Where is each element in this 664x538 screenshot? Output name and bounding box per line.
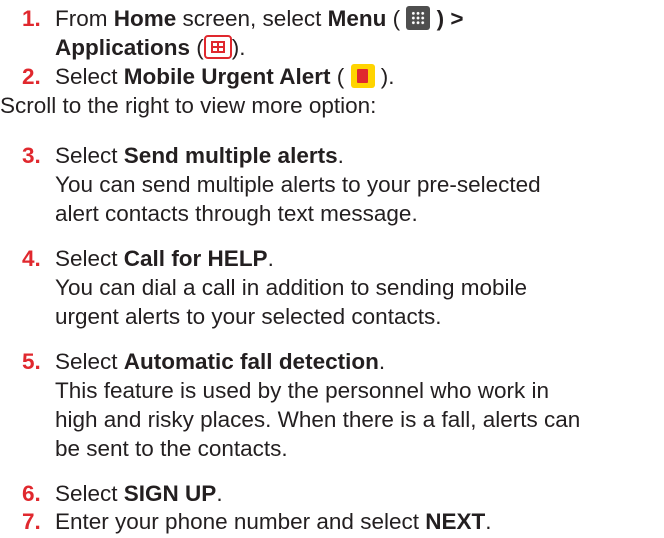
step-number: 4. bbox=[22, 246, 41, 271]
scroll-note: Scroll to the right to view more option: bbox=[0, 93, 377, 118]
mobile-urgent-alert-label: Mobile Urgent Alert bbox=[123, 64, 331, 89]
mobile-urgent-alert-icon bbox=[350, 64, 375, 88]
applications-label: Applications bbox=[55, 35, 191, 60]
home-label: Home bbox=[113, 6, 177, 31]
send-multiple-alerts-label: Send multiple alerts bbox=[123, 143, 338, 168]
step-number: 2. bbox=[22, 64, 41, 89]
step-text: Select Automatic fall detection. This fe… bbox=[55, 347, 662, 463]
applications-icon bbox=[203, 35, 232, 59]
step-text: Select Send multiple alerts. You can sen… bbox=[55, 141, 662, 228]
step-text: Enter your phone number and select NEXT. bbox=[55, 509, 492, 534]
menu-label: Menu bbox=[327, 6, 387, 31]
step-number: 6. bbox=[22, 481, 41, 506]
step-1-line-2: Applications (). bbox=[55, 35, 246, 60]
step-number: 5. bbox=[22, 349, 41, 374]
step-text: Select Call for HELP. You can dial a cal… bbox=[55, 244, 662, 331]
step-text: Select SIGN UP. bbox=[55, 481, 223, 506]
instruction-document: 1. From Home screen, select Menu ( ) > A… bbox=[0, 0, 664, 538]
step-5-description: This feature is used by the personnel wh… bbox=[55, 378, 581, 461]
next-label: NEXT bbox=[425, 509, 486, 534]
step-text: Select Mobile Urgent Alert ( ). bbox=[55, 64, 395, 89]
menu-grid-icon bbox=[406, 6, 431, 30]
step-text: From Home screen, select Menu ( ) > Appl… bbox=[55, 4, 662, 62]
step-3-description: You can send multiple alerts to your pre… bbox=[55, 172, 541, 226]
sign-up-label: SIGN UP bbox=[123, 481, 217, 506]
automatic-fall-detection-label: Automatic fall detection bbox=[123, 349, 379, 374]
step-4-description: You can dial a call in addition to sendi… bbox=[55, 275, 527, 329]
step-number: 1. bbox=[22, 6, 41, 31]
step-number: 3. bbox=[22, 143, 41, 168]
call-for-help-label: Call for HELP bbox=[123, 246, 268, 271]
step-1-line-1: From Home screen, select Menu ( ) > bbox=[55, 6, 464, 31]
step-number: 7. bbox=[22, 509, 41, 534]
